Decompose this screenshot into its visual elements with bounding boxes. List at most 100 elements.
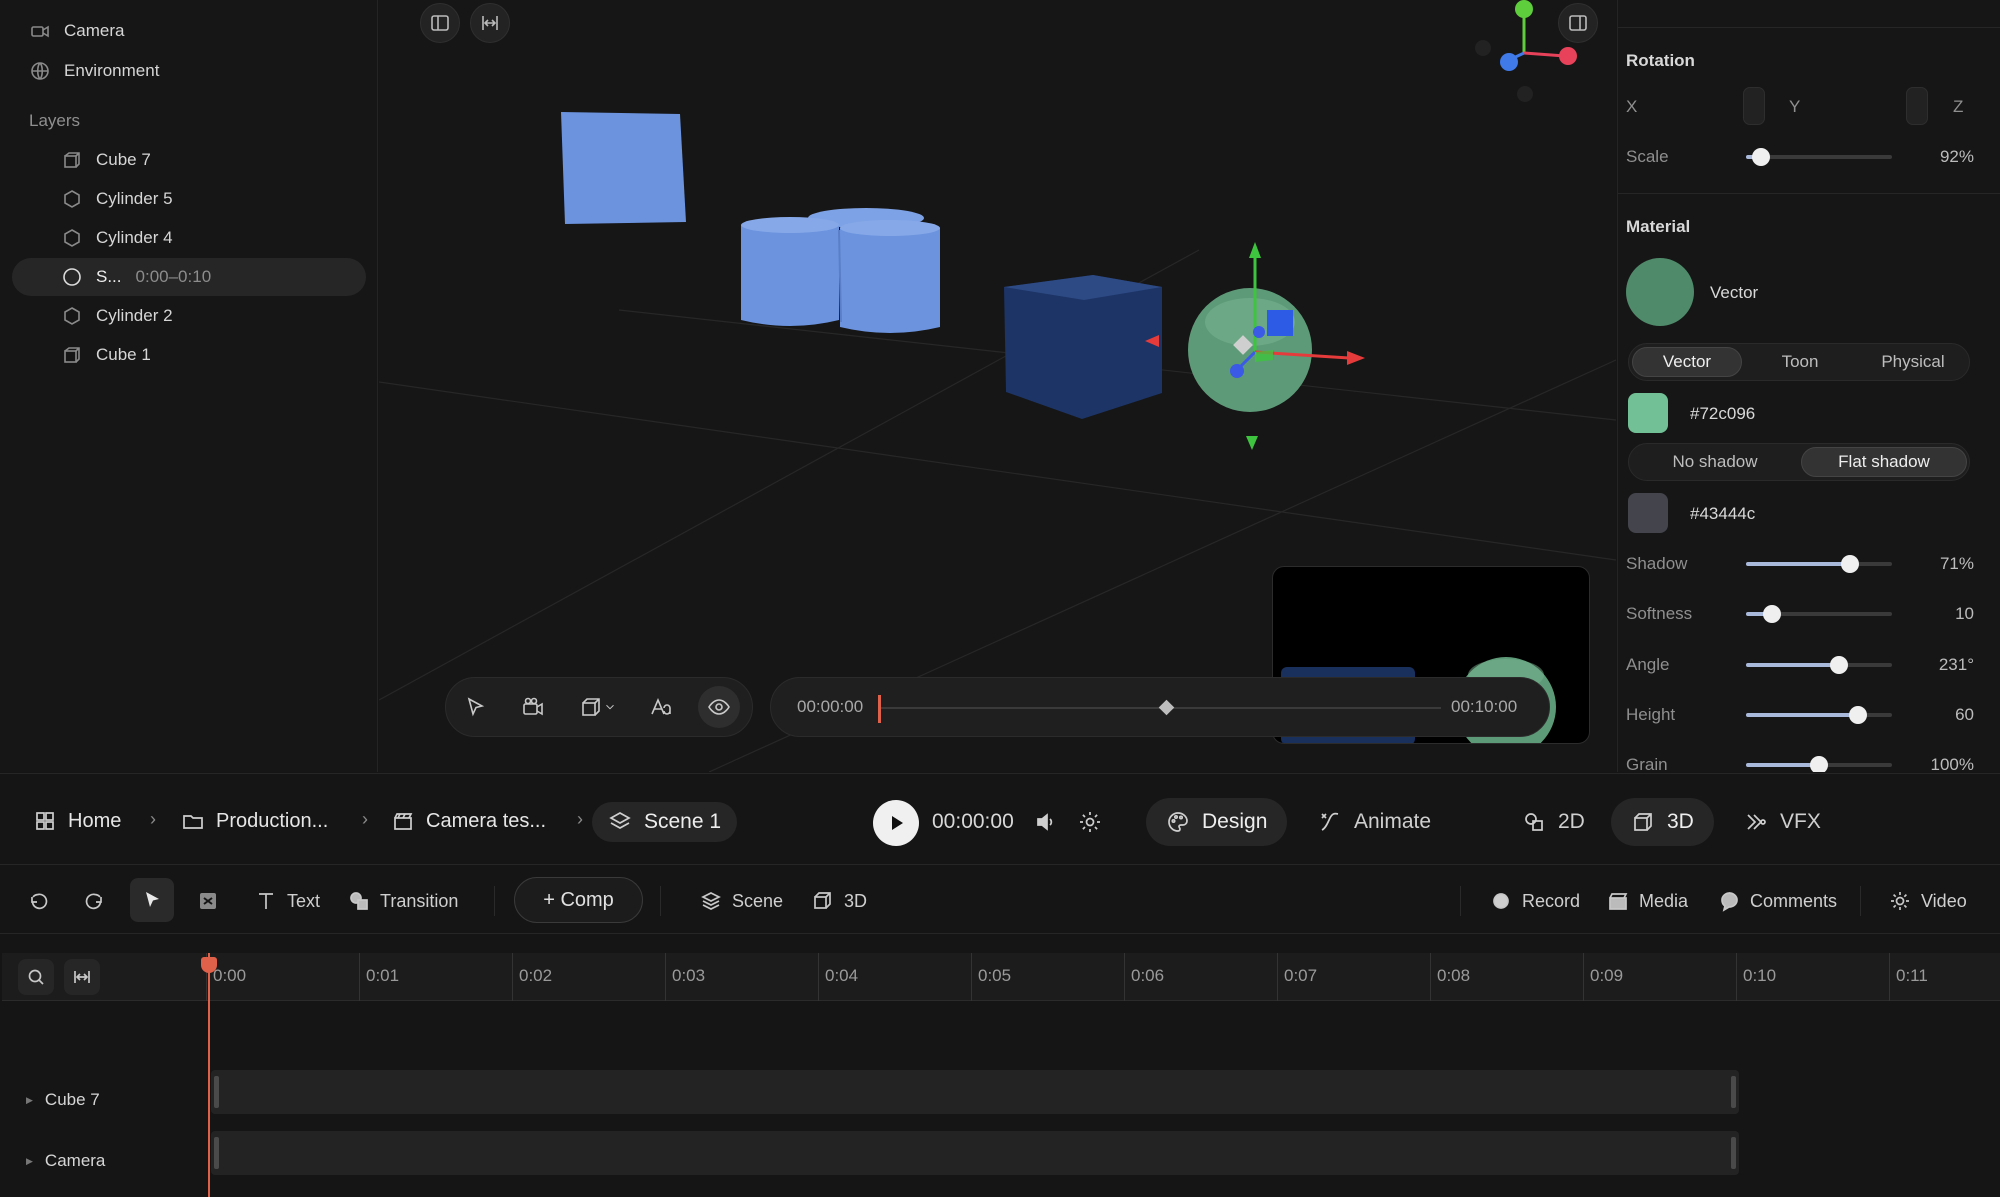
text-tool-button[interactable]: Text bbox=[255, 883, 320, 919]
rotation-x-input[interactable] bbox=[1743, 87, 1765, 125]
undo-button[interactable] bbox=[27, 883, 49, 919]
clip-handle-end[interactable] bbox=[1731, 1137, 1736, 1169]
3d-viewport[interactable]: 00:00:00 00:10:00 bbox=[379, 0, 1616, 772]
chevron-right-icon: › bbox=[577, 809, 583, 829]
dim-2d-tab[interactable]: 2D bbox=[1502, 798, 1605, 846]
select-tool-button[interactable] bbox=[454, 686, 496, 728]
breadcrumb-home[interactable]: Home bbox=[34, 804, 121, 838]
add-comp-button[interactable]: + Comp bbox=[514, 877, 643, 923]
shadow-mode-none[interactable]: No shadow bbox=[1632, 447, 1798, 477]
media-button[interactable]: Media bbox=[1607, 883, 1688, 919]
fit-width-button[interactable] bbox=[470, 3, 510, 43]
timeline-fit-button[interactable] bbox=[64, 959, 100, 995]
timeline-search-button[interactable] bbox=[18, 959, 54, 995]
chevron-down-icon bbox=[606, 704, 614, 710]
shadow-color-swatch[interactable] bbox=[1628, 493, 1668, 533]
material-type-toon[interactable]: Toon bbox=[1745, 347, 1855, 377]
track-clip-camera[interactable] bbox=[211, 1131, 1739, 1175]
timeline-ruler[interactable]: 0:00 0:01 0:02 0:03 0:04 0:05 0:06 0:07 … bbox=[206, 953, 2000, 1001]
rotation-y-input[interactable] bbox=[1906, 87, 1928, 125]
playhead-handle[interactable] bbox=[201, 957, 217, 973]
slider-fill bbox=[1746, 713, 1859, 717]
sphere-object[interactable] bbox=[1188, 288, 1312, 412]
layer-item-sphere[interactable]: S... 0:00–0:10 bbox=[12, 258, 366, 296]
add-shape-dropdown[interactable] bbox=[568, 686, 628, 728]
shape-tool-button[interactable] bbox=[197, 883, 219, 919]
timeline-playhead[interactable] bbox=[208, 953, 210, 1197]
shadow-mode-flat[interactable]: Flat shadow bbox=[1801, 447, 1967, 477]
keyframe-diamond[interactable] bbox=[1158, 699, 1175, 716]
layer-item-cube-1[interactable]: Cube 1 bbox=[12, 336, 366, 374]
redo-button[interactable] bbox=[84, 883, 106, 919]
viewport-scrubber: 00:00:00 00:10:00 bbox=[770, 677, 1550, 737]
clip-handle-start[interactable] bbox=[214, 1076, 219, 1108]
transform-gizmo[interactable] bbox=[1145, 242, 1365, 450]
layer-item-cylinder-2[interactable]: Cylinder 2 bbox=[12, 297, 366, 335]
camera-tool-button[interactable] bbox=[512, 686, 554, 728]
shadow-color-hex[interactable]: #43444c bbox=[1690, 504, 1755, 524]
volume-button[interactable] bbox=[1034, 810, 1058, 839]
clip-handle-start[interactable] bbox=[214, 1137, 219, 1169]
track-label: Cube 7 bbox=[44, 1090, 100, 1109]
dim-3d-tab[interactable]: 3D bbox=[1611, 798, 1714, 846]
comments-button[interactable]: Comments bbox=[1718, 883, 1837, 919]
expand-triangle-icon[interactable]: ▶ bbox=[26, 1095, 33, 1106]
breadcrumb-scene-1[interactable]: Scene 1 bbox=[592, 802, 738, 842]
tree-item-environment[interactable]: Environment bbox=[12, 52, 366, 90]
cube-object[interactable] bbox=[1004, 275, 1162, 419]
visibility-toggle-button[interactable] bbox=[698, 686, 740, 728]
scrubber-playhead[interactable] bbox=[878, 695, 881, 723]
cylinder-group-object[interactable] bbox=[741, 208, 940, 333]
material-color-swatch[interactable] bbox=[1628, 393, 1668, 433]
track-name-cube-7[interactable]: ▶ Cube 7 bbox=[26, 1090, 100, 1110]
toggle-left-panel-button[interactable] bbox=[420, 3, 460, 43]
ruler-tick: 0:03 bbox=[665, 953, 705, 1001]
material-preview-sphere[interactable] bbox=[1626, 258, 1694, 326]
angle-slider[interactable] bbox=[1746, 656, 1892, 674]
tree-item-camera[interactable]: Camera bbox=[12, 12, 366, 50]
record-button[interactable]: Record bbox=[1490, 883, 1580, 919]
material-type-physical[interactable]: Physical bbox=[1858, 347, 1968, 377]
material-color-hex[interactable]: #72c096 bbox=[1690, 404, 1755, 424]
track-name-camera[interactable]: ▶ Camera bbox=[26, 1151, 105, 1171]
slider-knob[interactable] bbox=[1830, 656, 1849, 674]
scene-button[interactable]: Scene bbox=[700, 883, 783, 919]
layer-item-cube-7[interactable]: Cube 7 bbox=[12, 141, 366, 179]
height-slider[interactable] bbox=[1746, 706, 1892, 724]
softness-slider[interactable] bbox=[1746, 605, 1892, 623]
add-3d-button[interactable]: 3D bbox=[812, 883, 867, 919]
transition-tool-button[interactable]: Transition bbox=[348, 883, 458, 919]
slider-knob[interactable] bbox=[1810, 756, 1828, 772]
mode-design-tab[interactable]: Design bbox=[1146, 798, 1288, 846]
dim-label: VFX bbox=[1780, 810, 1821, 833]
text-tool-button[interactable] bbox=[640, 686, 682, 728]
sidebar-left-icon bbox=[431, 15, 449, 31]
dim-vfx-tab[interactable]: VFX bbox=[1724, 798, 1841, 846]
breadcrumb-production[interactable]: Production... bbox=[182, 804, 328, 838]
grain-slider[interactable] bbox=[1746, 756, 1892, 772]
layer-label: Cylinder 4 bbox=[96, 228, 173, 247]
slider-knob[interactable] bbox=[1763, 605, 1782, 623]
slider-knob[interactable] bbox=[1840, 555, 1859, 573]
cylinder-object[interactable] bbox=[561, 112, 686, 224]
expand-triangle-icon[interactable]: ▶ bbox=[26, 1156, 33, 1167]
layer-label: Cube 1 bbox=[96, 345, 151, 364]
track-clip-cube-7[interactable] bbox=[211, 1070, 1739, 1114]
video-export-button[interactable]: Video bbox=[1889, 883, 1967, 919]
ruler-tick: 0:04 bbox=[818, 953, 858, 1001]
breadcrumb-camera-test[interactable]: Camera tes... bbox=[392, 804, 546, 838]
mode-animate-tab[interactable]: Animate bbox=[1298, 798, 1451, 846]
layer-item-cylinder-4[interactable]: Cylinder 4 bbox=[12, 219, 366, 257]
toggle-right-panel-button[interactable] bbox=[1558, 3, 1598, 43]
shadow-slider[interactable] bbox=[1746, 555, 1892, 573]
select-tool-button[interactable] bbox=[130, 878, 174, 922]
playback-settings-button[interactable] bbox=[1078, 810, 1102, 839]
cube-icon bbox=[582, 698, 600, 716]
play-button[interactable] bbox=[873, 800, 919, 846]
slider-knob[interactable] bbox=[1849, 706, 1868, 724]
slider-knob[interactable] bbox=[1751, 148, 1770, 166]
material-type-vector[interactable]: Vector bbox=[1632, 347, 1742, 377]
scale-slider[interactable] bbox=[1746, 148, 1892, 166]
layer-item-cylinder-5[interactable]: Cylinder 5 bbox=[12, 180, 366, 218]
clip-handle-end[interactable] bbox=[1731, 1076, 1736, 1108]
